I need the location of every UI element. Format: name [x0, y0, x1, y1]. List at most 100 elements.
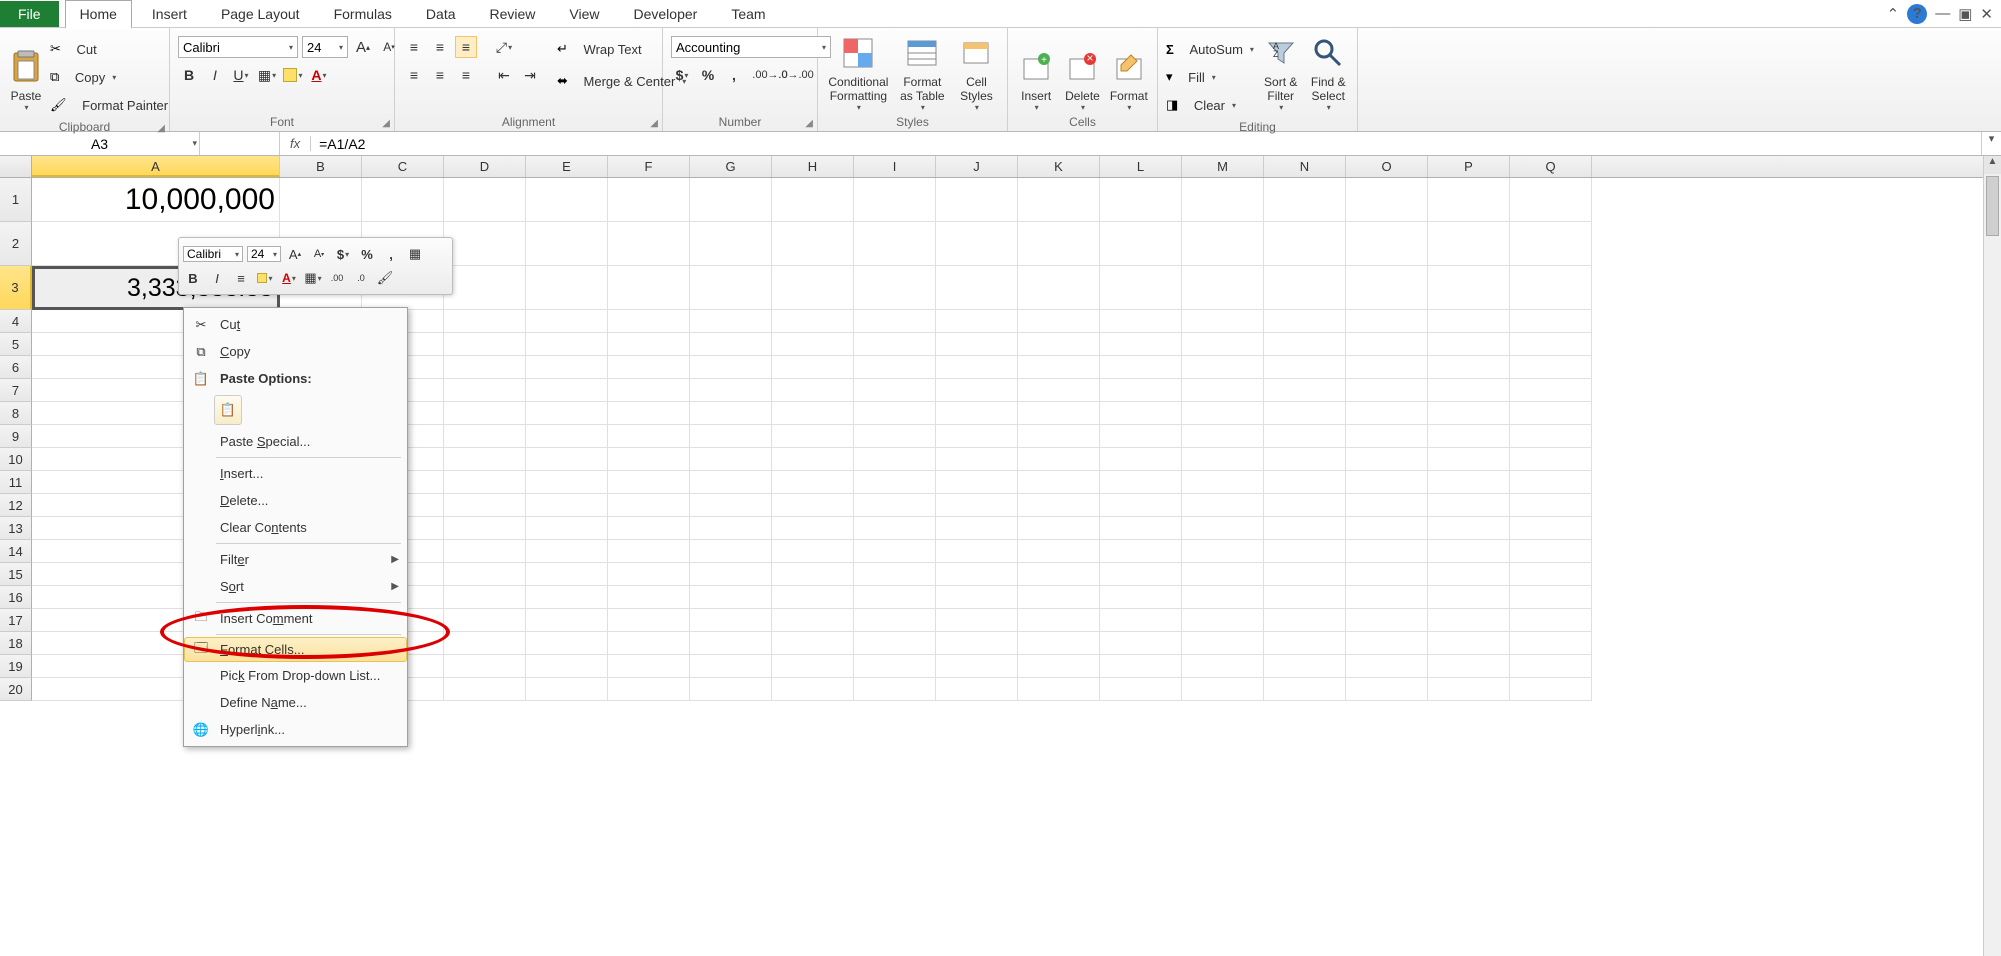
align-middle-button[interactable]: ≡: [429, 36, 451, 58]
cell-G14[interactable]: [690, 540, 772, 563]
mini-italic[interactable]: I: [207, 268, 227, 288]
cell-O12[interactable]: [1346, 494, 1428, 517]
cell-P8[interactable]: [1428, 402, 1510, 425]
orientation-button[interactable]: ⤢▾: [493, 36, 515, 58]
cell-G4[interactable]: [690, 310, 772, 333]
mini-font-color[interactable]: A▾: [279, 268, 299, 288]
cell-N15[interactable]: [1264, 563, 1346, 586]
cell-P5[interactable]: [1428, 333, 1510, 356]
cell-K18[interactable]: [1018, 632, 1100, 655]
ctx-format-cells[interactable]: 🗔Format Cells...: [184, 637, 407, 662]
cell-O11[interactable]: [1346, 471, 1428, 494]
row-header-11[interactable]: 11: [0, 471, 32, 494]
cell-O10[interactable]: [1346, 448, 1428, 471]
cell-F13[interactable]: [608, 517, 690, 540]
cell-H9[interactable]: [772, 425, 854, 448]
cell-L20[interactable]: [1100, 678, 1182, 701]
cell-J20[interactable]: [936, 678, 1018, 701]
underline-button[interactable]: U▾: [230, 64, 252, 86]
cell-G7[interactable]: [690, 379, 772, 402]
align-center-button[interactable]: ≡: [429, 64, 451, 86]
cell-E20[interactable]: [526, 678, 608, 701]
cell-K13[interactable]: [1018, 517, 1100, 540]
row-header-18[interactable]: 18: [0, 632, 32, 655]
row-header-1[interactable]: 1: [0, 178, 32, 222]
cell-E10[interactable]: [526, 448, 608, 471]
cell-I10[interactable]: [854, 448, 936, 471]
cell-J7[interactable]: [936, 379, 1018, 402]
cell-F17[interactable]: [608, 609, 690, 632]
cell-O3[interactable]: [1346, 266, 1428, 310]
cell-I6[interactable]: [854, 356, 936, 379]
mini-dec-decimal[interactable]: .0: [351, 268, 371, 288]
cell-J10[interactable]: [936, 448, 1018, 471]
cell-D4[interactable]: [444, 310, 526, 333]
cell-H10[interactable]: [772, 448, 854, 471]
cell-D7[interactable]: [444, 379, 526, 402]
cell-J15[interactable]: [936, 563, 1018, 586]
cell-L6[interactable]: [1100, 356, 1182, 379]
format-cells-button[interactable]: Format▾: [1109, 32, 1149, 112]
cell-I17[interactable]: [854, 609, 936, 632]
col-header-Q[interactable]: Q: [1510, 156, 1592, 177]
cell-K11[interactable]: [1018, 471, 1100, 494]
cell-Q14[interactable]: [1510, 540, 1592, 563]
cell-D10[interactable]: [444, 448, 526, 471]
cell-O4[interactable]: [1346, 310, 1428, 333]
cell-P6[interactable]: [1428, 356, 1510, 379]
cell-Q12[interactable]: [1510, 494, 1592, 517]
cell-G8[interactable]: [690, 402, 772, 425]
cell-H4[interactable]: [772, 310, 854, 333]
cell-I13[interactable]: [854, 517, 936, 540]
col-header-P[interactable]: P: [1428, 156, 1510, 177]
cell-E18[interactable]: [526, 632, 608, 655]
cell-N5[interactable]: [1264, 333, 1346, 356]
cell-Q2[interactable]: [1510, 222, 1592, 266]
accounting-format-button[interactable]: $▾: [671, 64, 693, 86]
ctx-clear-contents[interactable]: Clear Contents: [184, 514, 407, 541]
cell-M5[interactable]: [1182, 333, 1264, 356]
borders-button[interactable]: ▦▾: [256, 64, 278, 86]
row-header-14[interactable]: 14: [0, 540, 32, 563]
mini-format-icon[interactable]: ▦: [405, 244, 425, 264]
help-icon[interactable]: ?: [1907, 4, 1927, 24]
cell-J2[interactable]: [936, 222, 1018, 266]
cell-P13[interactable]: [1428, 517, 1510, 540]
col-header-H[interactable]: H: [772, 156, 854, 177]
cell-D13[interactable]: [444, 517, 526, 540]
ctx-delete[interactable]: Delete...: [184, 487, 407, 514]
cell-H2[interactable]: [772, 222, 854, 266]
cell-H13[interactable]: [772, 517, 854, 540]
cell-N7[interactable]: [1264, 379, 1346, 402]
font-launcher-icon[interactable]: ◢: [382, 118, 390, 129]
cell-M11[interactable]: [1182, 471, 1264, 494]
ctx-pick-dropdown[interactable]: Pick From Drop-down List...: [184, 662, 407, 689]
ctx-insert-comment[interactable]: 🗀Insert Comment: [184, 605, 407, 632]
percent-button[interactable]: %: [697, 64, 719, 86]
cell-N3[interactable]: [1264, 266, 1346, 310]
select-all-corner[interactable]: [0, 156, 32, 177]
cell-Q7[interactable]: [1510, 379, 1592, 402]
cell-E15[interactable]: [526, 563, 608, 586]
find-select-button[interactable]: Find & Select▾: [1307, 32, 1349, 112]
cell-D20[interactable]: [444, 678, 526, 701]
cell-N11[interactable]: [1264, 471, 1346, 494]
cell-O14[interactable]: [1346, 540, 1428, 563]
copy-button[interactable]: ⧉ Copy▾: [50, 64, 168, 90]
cell-Q19[interactable]: [1510, 655, 1592, 678]
align-right-button[interactable]: ≡: [455, 64, 477, 86]
cell-styles-button[interactable]: Cell Styles▾: [954, 32, 999, 112]
cell-A1[interactable]: 10,000,000: [32, 178, 280, 222]
decrease-decimal-button[interactable]: .0→.00: [785, 64, 807, 86]
cell-H16[interactable]: [772, 586, 854, 609]
cell-P2[interactable]: [1428, 222, 1510, 266]
cell-L5[interactable]: [1100, 333, 1182, 356]
cell-O16[interactable]: [1346, 586, 1428, 609]
decrease-indent-button[interactable]: ⇤: [493, 64, 515, 86]
cell-H14[interactable]: [772, 540, 854, 563]
cell-Q13[interactable]: [1510, 517, 1592, 540]
expand-formula-icon[interactable]: ▾: [1981, 132, 2001, 155]
cell-H19[interactable]: [772, 655, 854, 678]
cell-P1[interactable]: [1428, 178, 1510, 222]
mini-font-select[interactable]: Calibri▾: [183, 246, 243, 262]
